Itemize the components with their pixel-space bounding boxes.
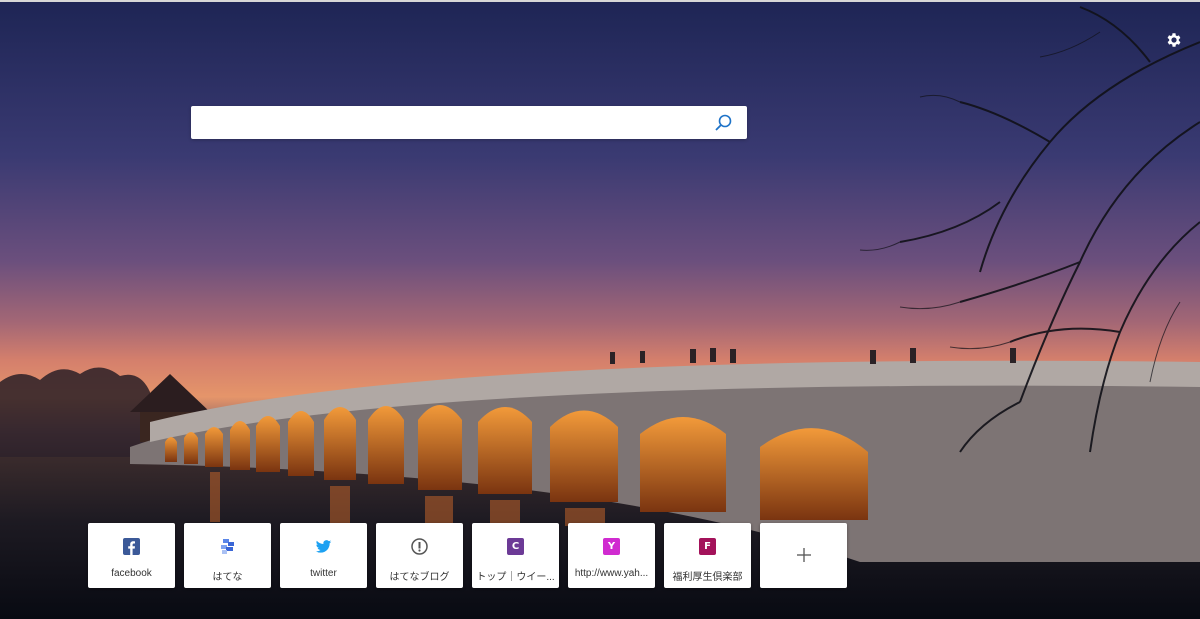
top-site-label: トップ｜ウイー... — [476, 572, 555, 583]
letter-badge: C — [507, 538, 524, 555]
letter-badge: Y — [603, 538, 620, 555]
top-site-label: facebook — [111, 568, 152, 579]
top-site-label: はてなブログ — [389, 572, 450, 583]
top-site-tile[interactable]: facebook — [88, 523, 175, 588]
top-site-label: http://www.yah... — [574, 568, 649, 579]
settings-button[interactable] — [1162, 28, 1186, 52]
search-box — [191, 106, 747, 139]
search-icon[interactable] — [713, 113, 733, 133]
search-input[interactable] — [201, 110, 705, 137]
top-sites: facebook はてな twitter はてなブログ C トップ｜ウイー...… — [88, 523, 847, 588]
add-site-button[interactable] — [760, 523, 847, 588]
y-letter-icon: Y — [603, 538, 620, 555]
top-site-tile[interactable]: はてな — [184, 523, 271, 588]
c-letter-icon: C — [507, 538, 524, 555]
top-site-tile[interactable]: Y http://www.yah... — [568, 523, 655, 588]
plus-icon — [797, 548, 811, 562]
top-site-label: 福利厚生倶楽部 — [672, 572, 743, 583]
hatena-icon — [219, 538, 236, 555]
hatena-blog-icon — [411, 538, 428, 555]
top-site-label: はてな — [212, 572, 243, 583]
facebook-icon — [123, 538, 140, 555]
f-letter-icon: F — [699, 538, 716, 555]
top-site-tile[interactable]: C トップ｜ウイー... — [472, 523, 559, 588]
top-site-tile[interactable]: twitter — [280, 523, 367, 588]
top-site-label: twitter — [310, 568, 337, 579]
top-site-tile[interactable]: F 福利厚生倶楽部 — [664, 523, 751, 588]
gear-icon — [1167, 33, 1181, 47]
top-site-tile[interactable]: はてなブログ — [376, 523, 463, 588]
letter-badge: F — [699, 538, 716, 555]
twitter-icon — [315, 538, 332, 555]
